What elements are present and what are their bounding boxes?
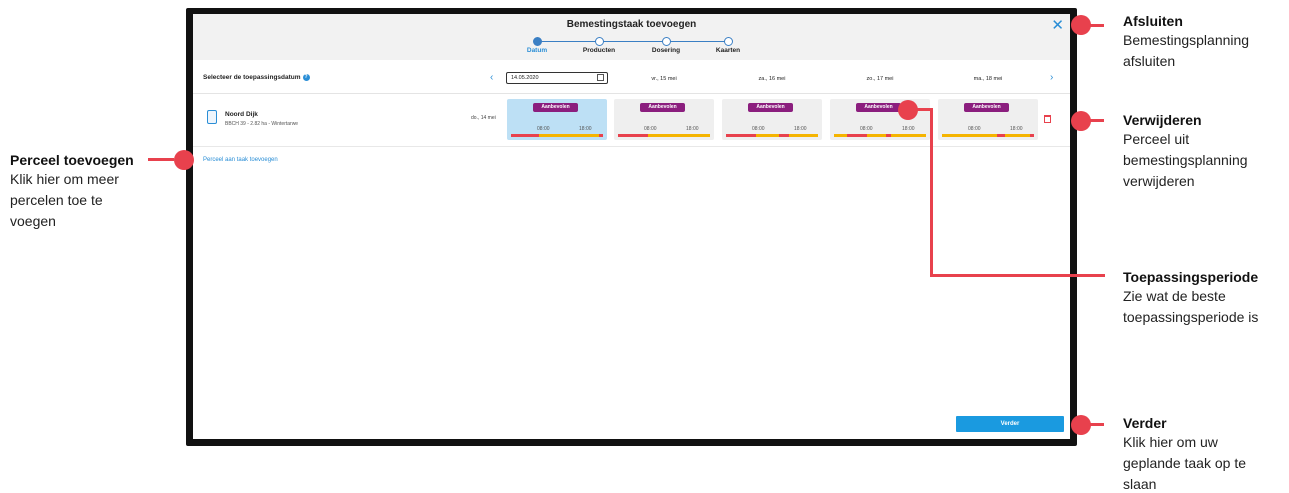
annotation-line (1089, 24, 1104, 27)
day-cell[interactable]: Aanbevolen 08:00 18:00 (938, 99, 1038, 140)
field-icon (207, 110, 217, 124)
day-label: ma., 18 mei (973, 76, 1003, 82)
annotation-text: percelen toe te (10, 192, 103, 208)
annotation-line (1089, 119, 1104, 122)
date-input[interactable]: 14.05.2020 (506, 72, 608, 84)
recommended-badge: Aanbevolen (964, 103, 1009, 112)
period-bar (726, 134, 818, 137)
day-cell[interactable]: Aanbevolen 08:00 18:00 (614, 99, 714, 140)
annotation-text: Klik hier om meer (10, 171, 119, 187)
annotation-title: Toepassingsperiode (1123, 269, 1259, 285)
stepper-line (538, 41, 728, 42)
time-start: 08:00 (537, 126, 550, 132)
annotation-dot (1071, 15, 1091, 35)
annotation-text: Klik hier om uw (1123, 434, 1218, 450)
annotation-text: Zie wat de beste (1123, 288, 1226, 304)
annotation-title: Verder (1123, 415, 1167, 431)
add-field-link[interactable]: Perceel aan taak toevoegen (203, 157, 278, 163)
chevron-right-icon[interactable]: › (1050, 72, 1053, 83)
annotation-text: Bemestingsplanning (1123, 32, 1250, 48)
step-dot-producten[interactable] (595, 37, 604, 46)
step-label-producten[interactable]: Producten (564, 47, 634, 54)
step-label-datum[interactable]: Datum (502, 47, 572, 54)
day-label: vr., 15 mei (651, 76, 677, 82)
annotation-text: geplande taak op te (1123, 455, 1246, 471)
time-end: 18:00 (686, 126, 699, 132)
date-selector-label-text: Selecteer de toepassingsdatum (203, 74, 301, 82)
period-bar (942, 134, 1034, 137)
annotation-text: voegen (10, 213, 56, 229)
annotation-line (1089, 423, 1104, 426)
annotation-add: Perceel toevoegen Klik hier om meer perc… (10, 151, 134, 232)
period-bar (834, 134, 926, 137)
annotation-next: Verder Klik hier om uw geplande taak op … (1123, 414, 1246, 493)
annotation-delete: Verwijderen Perceel uit bemestingsplanni… (1123, 111, 1248, 192)
annotation-dot (898, 100, 918, 120)
day-label: zo., 17 mei (866, 76, 894, 82)
time-end: 18:00 (902, 126, 915, 132)
step-dot-kaarten[interactable] (724, 37, 733, 46)
annotation-dot (174, 150, 194, 170)
day-cell[interactable]: Aanbevolen 08:00 18:00 (722, 99, 822, 140)
close-icon[interactable]: ✕ (1051, 18, 1064, 33)
dialog-header: Bemestingstaak toevoegen ✕ Datum Product… (193, 14, 1070, 60)
annotation-line (930, 108, 933, 276)
annotation-text: bemestingsplanning (1123, 152, 1248, 168)
annotation-text: afsluiten (1123, 53, 1176, 69)
annotation-title: Verwijderen (1123, 112, 1202, 128)
recommended-badge: Aanbevolen (533, 103, 578, 112)
annotation-title: Perceel toevoegen (10, 152, 134, 168)
annotation-text: slaan (1123, 476, 1157, 492)
field-day-label: do., 14 mei (471, 115, 496, 121)
dialog-screen: Bemestingstaak toevoegen ✕ Datum Product… (193, 14, 1070, 439)
time-start: 08:00 (752, 126, 765, 132)
annotation-line (930, 274, 1105, 277)
step-dot-datum[interactable] (533, 37, 542, 46)
step-label-dosering[interactable]: Dosering (631, 47, 701, 54)
time-end: 18:00 (579, 126, 592, 132)
chevron-left-icon[interactable]: ‹ (490, 72, 493, 83)
annotation-text: toepassingsperiode is (1123, 309, 1259, 325)
annotation-text: Perceel uit (1123, 131, 1190, 147)
time-end: 18:00 (794, 126, 807, 132)
time-start: 08:00 (968, 126, 981, 132)
next-button[interactable]: Verder (956, 416, 1064, 432)
annotation-text: verwijderen (1123, 173, 1195, 189)
trash-icon[interactable] (1044, 115, 1051, 123)
annotation-line (148, 158, 174, 161)
date-input-value: 14.05.2020 (511, 75, 539, 81)
dialog-title: Bemestingstaak toevoegen (566, 19, 697, 30)
recommended-badge: Aanbevolen (748, 103, 793, 112)
recommended-badge: Aanbevolen (856, 103, 901, 112)
recommended-badge: Aanbevolen (640, 103, 685, 112)
annotation-title: Afsluiten (1123, 13, 1183, 29)
day-cell-selected[interactable]: Aanbevolen 08:00 18:00 (507, 99, 607, 140)
annotation-close: Afsluiten Bemestingsplanning afsluiten (1123, 12, 1249, 72)
annotation-dot (1071, 415, 1091, 435)
step-label-kaarten[interactable]: Kaarten (693, 47, 763, 54)
annotation-dot (1071, 111, 1091, 131)
help-icon[interactable]: ? (302, 74, 310, 81)
date-selector-row: Selecteer de toepassingsdatum? ‹ 14.05.2… (193, 64, 1070, 94)
time-end: 18:00 (1010, 126, 1023, 132)
time-start: 08:00 (860, 126, 873, 132)
field-row: Noord Dijk BBCH 39 - 2.82 ha - Wintertar… (193, 97, 1070, 147)
annotation-period: Toepassingsperiode Zie wat de beste toep… (1123, 268, 1258, 328)
period-bar (511, 134, 603, 137)
time-start: 08:00 (644, 126, 657, 132)
day-label: za., 16 mei (758, 76, 786, 82)
step-dot-dosering[interactable] (662, 37, 671, 46)
field-details: BBCH 39 - 2.82 ha - Wintertarwe (225, 121, 299, 127)
calendar-icon[interactable] (597, 74, 604, 81)
period-bar (618, 134, 710, 137)
field-name: Noord Dijk (225, 111, 258, 118)
date-selector-label: Selecteer de toepassingsdatum? (203, 74, 310, 81)
